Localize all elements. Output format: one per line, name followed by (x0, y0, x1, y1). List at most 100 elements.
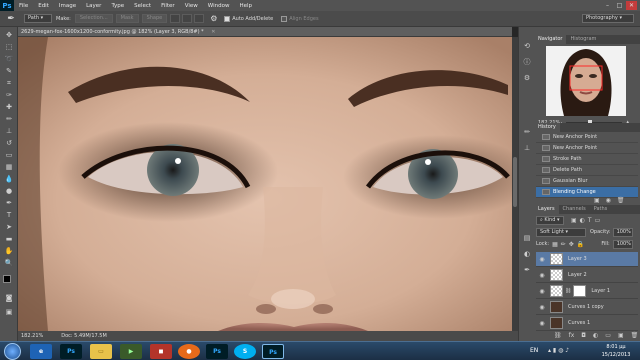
language-indicator[interactable]: EN (530, 347, 538, 354)
crop-tool-icon[interactable]: ⌗ (3, 78, 15, 88)
visibility-eye-icon[interactable]: ◉ (538, 272, 546, 279)
visibility-eye-icon[interactable]: ◉ (538, 304, 546, 311)
quick-mask-icon[interactable]: ◙ (3, 293, 15, 303)
close-icon[interactable]: ✕ (626, 1, 637, 10)
menu-help[interactable]: Help (234, 3, 257, 9)
delete-state-icon[interactable]: 🗑 (617, 197, 625, 204)
auto-add-delete-checkbox[interactable] (224, 15, 231, 22)
layer-row-layer-3[interactable]: ◉ Layer 3 (536, 252, 638, 267)
firefox-icon[interactable]: ● (178, 344, 200, 359)
new-document-from-state-icon[interactable]: ▣ (594, 197, 600, 204)
layer-name[interactable]: Layer 1 (591, 288, 610, 294)
lock-all-icon[interactable]: 🔒 (577, 241, 584, 248)
hand-tool-icon[interactable]: ✋ (3, 246, 15, 256)
tab-navigator[interactable]: Navigator (534, 35, 567, 44)
shape-button[interactable]: Shape (141, 14, 168, 23)
blend-mode-select[interactable]: Soft Light ▾ (536, 227, 586, 237)
lasso-tool-icon[interactable]: ➰ (3, 54, 15, 64)
filter-shape-icon[interactable]: ▭ (595, 217, 601, 224)
tray-icons[interactable]: ▴ ▮ ◍ ♪ (548, 347, 569, 354)
new-layer-icon[interactable]: ▣ (618, 332, 624, 339)
filter-adjustment-icon[interactable]: ◐ (580, 217, 585, 224)
adjustment-layer-icon[interactable]: ◐ (593, 332, 598, 339)
foreground-color-swatch[interactable] (3, 275, 11, 283)
new-snapshot-icon[interactable]: ◉ (606, 197, 611, 204)
history-brush-tool-icon[interactable]: ↺ (3, 138, 15, 148)
delete-layer-icon[interactable]: 🗑 (631, 332, 639, 339)
add-mask-icon[interactable]: ◘ (581, 332, 586, 339)
quick-selection-tool-icon[interactable]: ✎ (3, 66, 15, 76)
filter-type-icon[interactable]: T (588, 217, 592, 224)
move-tool-icon[interactable]: ✥ (3, 30, 15, 40)
type-tool-icon[interactable]: T (3, 210, 15, 220)
history-item[interactable]: Stroke Path (536, 154, 638, 165)
screen-mode-icon[interactable]: ▣ (3, 307, 15, 317)
mask-button[interactable]: Mask (115, 14, 139, 23)
internet-explorer-icon[interactable]: e (30, 344, 52, 359)
clone-stamp-tool-icon[interactable]: ⊥ (3, 126, 15, 136)
layer-row-curves-1[interactable]: ◉ Curves 1 (536, 316, 638, 331)
filter-pixel-icon[interactable]: ▣ (571, 217, 577, 224)
visibility-eye-icon[interactable]: ◉ (538, 320, 546, 327)
document-tab[interactable]: 2629-megan-fox-1600x1200-conformity.jpg … (18, 27, 512, 37)
healing-brush-tool-icon[interactable]: ✚ (3, 102, 15, 112)
file-explorer-icon[interactable]: ▭ (90, 344, 112, 359)
history-item[interactable]: Delete Path (536, 165, 638, 176)
pen-tool-icon[interactable]: ✒ (2, 12, 20, 26)
info-panel-icon[interactable]: ⓘ (522, 57, 532, 67)
tab-layers[interactable]: Layers (534, 205, 559, 214)
layer-name[interactable]: Layer 2 (568, 272, 587, 278)
taskbar-photoshop-2[interactable]: Ps (206, 344, 228, 359)
tab-paths[interactable]: Paths (590, 205, 612, 214)
fill-input[interactable]: 100% (612, 239, 633, 249)
layer-name[interactable]: Curves 1 copy (568, 304, 604, 310)
history-item[interactable]: New Anchor Point (536, 132, 638, 143)
menu-select[interactable]: Select (129, 3, 156, 9)
menu-file[interactable]: File (14, 3, 33, 9)
layer-row-layer-2[interactable]: ◉ Layer 2 (536, 268, 638, 283)
taskbar-photoshop-3[interactable]: Ps (262, 344, 284, 359)
path-operations-icon[interactable] (170, 14, 181, 23)
skype-icon[interactable]: S (234, 344, 256, 359)
new-group-icon[interactable]: ▭ (605, 332, 611, 339)
menu-view[interactable]: View (180, 3, 203, 9)
path-alignment-icon[interactable] (182, 14, 193, 23)
link-layers-icon[interactable]: ⛓ (554, 332, 562, 339)
media-player-icon[interactable]: ◼ (150, 344, 172, 359)
brush-panel-icon[interactable]: ✏ (522, 127, 532, 137)
paths-panel-icon[interactable]: ✒ (522, 265, 532, 275)
history-panel-icon[interactable]: ⟲ (522, 41, 532, 51)
zoom-tool-icon[interactable]: 🔍 (3, 258, 15, 268)
clone-source-panel-icon[interactable]: ⊥ (522, 143, 532, 153)
align-edges-checkbox[interactable] (281, 15, 288, 22)
properties-panel-icon[interactable]: ⚙ (522, 73, 532, 83)
visibility-eye-icon[interactable]: ◉ (538, 288, 546, 295)
channels-panel-icon[interactable]: ◐ (522, 249, 532, 259)
dodge-tool-icon[interactable]: ● (3, 186, 15, 196)
minimize-icon[interactable]: – (602, 1, 613, 10)
menu-filter[interactable]: Filter (156, 3, 180, 9)
system-clock[interactable]: 8:01 μμ 15/12/2013 (594, 343, 638, 359)
opacity-input[interactable]: 100% (612, 227, 633, 237)
scrollbar-thumb[interactable] (513, 157, 517, 207)
rectangle-tool-icon[interactable]: ▬ (3, 234, 15, 244)
start-button-icon[interactable] (4, 343, 21, 360)
layer-mask-thumbnail[interactable] (573, 285, 587, 297)
visibility-eye-icon[interactable]: ◉ (538, 256, 546, 263)
tab-channels[interactable]: Channels (559, 205, 590, 214)
lock-transparent-icon[interactable]: ▦ (552, 241, 558, 248)
tab-history[interactable]: History (534, 123, 560, 132)
layer-name[interactable]: Curves 1 (568, 320, 590, 326)
menu-type[interactable]: Type (106, 3, 129, 9)
layer-row-layer-1[interactable]: ◉ ⛓ Layer 1 (536, 284, 638, 299)
eraser-tool-icon[interactable]: ▭ (3, 150, 15, 160)
history-item[interactable]: New Anchor Point (536, 143, 638, 154)
selection-button[interactable]: Selection... (74, 14, 113, 23)
menu-image[interactable]: Image (54, 3, 81, 9)
path-arrangement-icon[interactable] (194, 14, 205, 23)
zoom-level[interactable]: 182.21% (21, 331, 43, 341)
maximize-icon[interactable]: □ (614, 1, 625, 10)
blur-tool-icon[interactable]: 💧 (3, 174, 15, 184)
chain-link-icon[interactable]: ⛓ (565, 288, 571, 294)
path-selection-tool-icon[interactable]: ➤ (3, 222, 15, 232)
